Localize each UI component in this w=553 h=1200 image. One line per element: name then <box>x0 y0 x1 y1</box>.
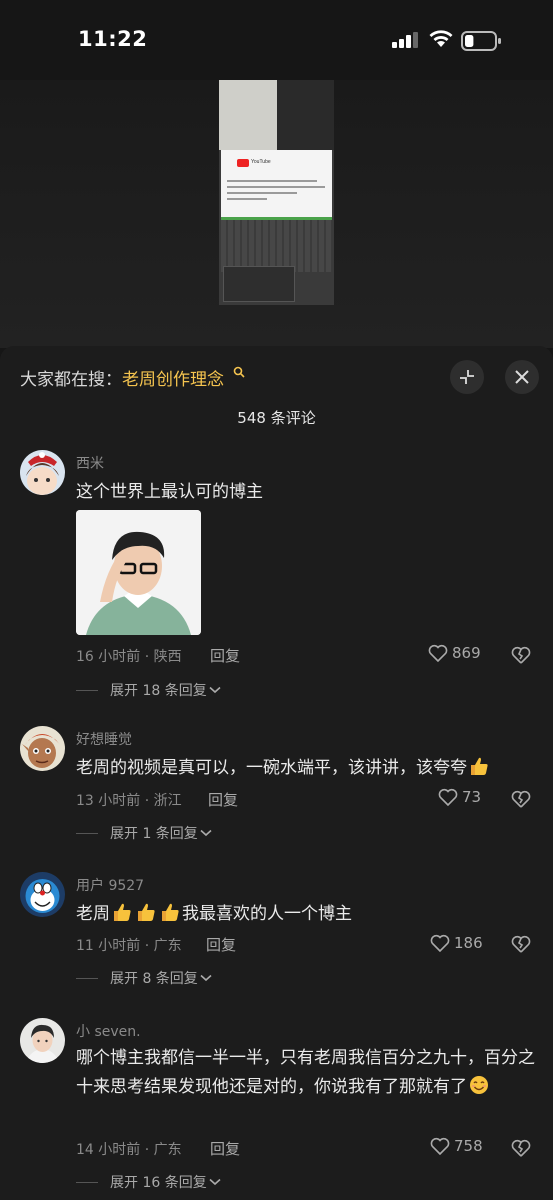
comment-count: 548 条评论 <box>237 409 316 427</box>
chevron-down-icon <box>200 829 212 837</box>
comment-text-body: 哪个博主我都信一半一半，只有老周我信百分之九十，百分之十来思考结果发现他还是对的… <box>76 1048 535 1097</box>
reply-button[interactable]: 回复 <box>206 934 236 955</box>
heart-icon <box>428 644 448 662</box>
collapse-button[interactable] <box>450 360 484 394</box>
reply-button[interactable]: 回复 <box>210 645 240 666</box>
expand-replies-label: 展开 8 条回复 <box>110 971 198 987</box>
close-icon <box>515 370 529 384</box>
video-area[interactable]: YouTube <box>0 80 553 348</box>
comment-item: 用户 9527 老周 我最喜欢的人一个博主 11 小时前 · 广东 回复 186 … <box>0 872 553 992</box>
collapse-icon <box>460 370 474 384</box>
expand-replies[interactable]: 展开 8 条回复 <box>76 968 212 988</box>
chevron-down-icon <box>200 974 212 982</box>
heart-icon <box>438 788 458 806</box>
thumbs-up-emoji <box>138 903 155 921</box>
comment-meta: 11 小时前 · 广东 <box>76 938 182 954</box>
close-button[interactable] <box>505 360 539 394</box>
wifi-icon <box>429 30 453 47</box>
comment-username[interactable]: 用户 9527 <box>76 875 144 895</box>
like-button[interactable]: 758 <box>430 1137 483 1155</box>
signal-icon <box>392 32 418 48</box>
thumbnail-text: YouTube <box>251 159 271 165</box>
comment-username[interactable]: 小 seven. <box>76 1021 141 1041</box>
broken-heart-icon[interactable] <box>511 646 531 664</box>
thumbs-up-emoji <box>114 903 131 921</box>
comment-text: 这个世界上最认可的博主 <box>76 482 263 502</box>
avatar[interactable] <box>20 450 65 495</box>
comment-text-body: 老周的视频是真可以，一碗水端平，该讲讲，该夸夸 <box>76 758 467 778</box>
like-count: 869 <box>452 644 481 662</box>
comment-meta: 14 小时前 · 广东 <box>76 1142 182 1158</box>
like-button[interactable]: 73 <box>438 788 481 806</box>
avatar[interactable] <box>20 872 65 917</box>
laptop-screen: YouTube <box>221 150 332 220</box>
comment-text: 老周 我最喜欢的人一个博主 <box>76 900 536 928</box>
like-count: 73 <box>462 788 482 806</box>
comment-meta: 16 小时前 · 陕西 <box>76 649 182 665</box>
expand-replies[interactable]: 展开 18 条回复 <box>76 680 221 700</box>
chevron-down-icon <box>209 686 221 694</box>
comment-image[interactable] <box>76 510 201 635</box>
reply-button[interactable]: 回复 <box>210 1138 240 1159</box>
like-count: 186 <box>454 934 483 952</box>
avatar[interactable] <box>20 1018 65 1063</box>
comment-meta: 13 小时前 · 浙江 <box>76 793 182 809</box>
expand-replies[interactable]: 展开 1 条回复 <box>76 823 212 843</box>
like-button[interactable]: 186 <box>430 934 483 952</box>
expand-replies-label: 展开 1 条回复 <box>110 826 198 842</box>
heart-icon <box>430 1137 450 1155</box>
chevron-down-icon <box>209 1178 221 1186</box>
battery-icon <box>461 31 501 51</box>
like-count: 758 <box>454 1137 483 1155</box>
avatar[interactable] <box>20 726 65 771</box>
thumbs-up-emoji <box>162 903 179 921</box>
comment-text-part: 老周 <box>76 904 110 924</box>
heart-icon <box>430 934 450 952</box>
comment-text: 哪个博主我都信一半一半，只有老周我信百分之九十，百分之十来思考结果发现他还是对的… <box>76 1044 536 1102</box>
reply-button[interactable]: 回复 <box>208 789 238 810</box>
comment-username[interactable]: 西米 <box>76 453 104 473</box>
search-prefix-label: 大家都在搜： <box>20 370 122 390</box>
smile-emoji <box>470 1076 488 1094</box>
thumbs-up-emoji <box>471 757 488 775</box>
expand-replies[interactable]: 展开 16 条回复 <box>76 1172 221 1192</box>
comment-item: 好想睡觉 老周的视频是真可以，一碗水端平，该讲讲，该夸夸 13 小时前 · 浙江… <box>0 726 553 846</box>
expand-replies-label: 展开 18 条回复 <box>110 683 207 699</box>
comment-username[interactable]: 好想睡觉 <box>76 729 132 749</box>
broken-heart-icon[interactable] <box>511 935 531 953</box>
video-thumbnail[interactable]: YouTube <box>219 80 334 305</box>
expand-replies-label: 展开 16 条回复 <box>110 1175 207 1191</box>
status-bar: 11:22 <box>0 0 553 80</box>
status-time: 11:22 <box>78 27 148 51</box>
comment-text: 老周的视频是真可以，一碗水端平，该讲讲，该夸夸 <box>76 754 536 782</box>
broken-heart-icon[interactable] <box>511 790 531 808</box>
search-keyword[interactable]: 老周创作理念 <box>122 370 224 390</box>
search-suggestion[interactable]: 大家都在搜：老周创作理念 <box>20 365 224 390</box>
comment-text-part: 我最喜欢的人一个博主 <box>182 904 352 924</box>
youtube-logo-icon <box>237 159 249 167</box>
search-icon[interactable] <box>233 366 245 378</box>
comment-item: 小 seven. 哪个博主我都信一半一半，只有老周我信百分之九十，百分之十来思考… <box>0 1018 553 1200</box>
comment-panel: 大家都在搜：老周创作理念 548 条评论 西米 这个世界上最认可的博主 16 小… <box>0 346 553 1200</box>
like-button[interactable]: 869 <box>428 644 481 662</box>
comment-item: 西米 这个世界上最认可的博主 16 小时前 · 陕西 回复 869 展开 18 … <box>0 450 553 700</box>
broken-heart-icon[interactable] <box>511 1139 531 1157</box>
